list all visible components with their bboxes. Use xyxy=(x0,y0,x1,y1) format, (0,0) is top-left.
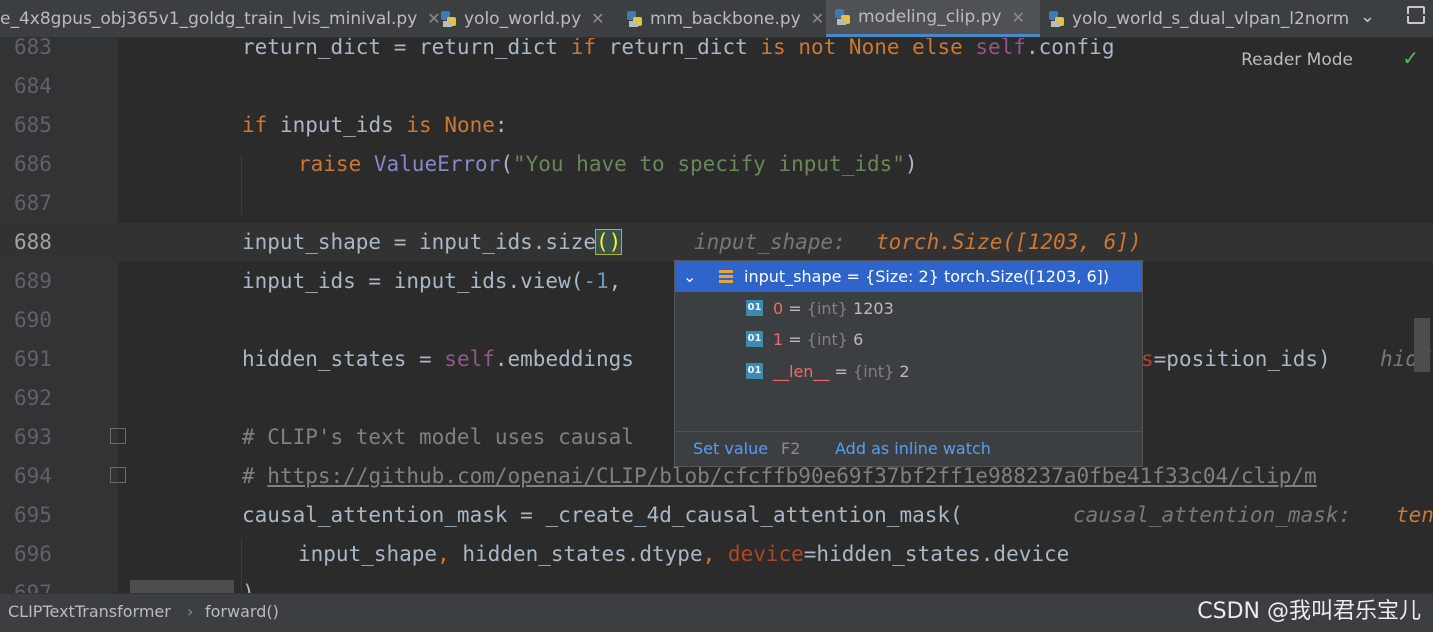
popup-header-text: input_shape = {Size: 2} torch.Size([1203… xyxy=(744,267,1110,286)
horizontal-scrollbar[interactable] xyxy=(130,580,234,593)
chevron-down-icon[interactable]: ⌄ xyxy=(1360,6,1375,27)
variable-row[interactable]: 01 __len__ = {int} 2 xyxy=(675,356,1142,387)
line-number: 689 xyxy=(14,269,52,293)
code-text: return_dict = return_dict if return_dict… xyxy=(242,38,1115,59)
equals-sign: = xyxy=(829,362,854,381)
line-number: 684 xyxy=(14,74,52,98)
inline-value-label: causal_attention_mask: xyxy=(1073,503,1352,527)
debug-value-popup: ⌄ input_shape = {Size: 2} torch.Size([12… xyxy=(674,260,1143,467)
line-number: 691 xyxy=(14,347,52,371)
variable-row[interactable]: 01 0 = {int} 1203 xyxy=(675,293,1142,324)
code-text: ) xyxy=(242,581,255,593)
equals-sign: = xyxy=(783,330,807,349)
inline-value[interactable]: ten xyxy=(1396,496,1433,535)
variable-type: {int} xyxy=(853,362,895,381)
int-variable-icon: 01 xyxy=(746,363,763,379)
set-value-link[interactable]: Set value xyxy=(693,432,768,466)
fold-icon[interactable] xyxy=(110,467,126,483)
code-text: if input_ids is None: xyxy=(242,113,508,137)
variable-value: 2 xyxy=(894,362,910,381)
python-file-icon xyxy=(1048,10,1066,28)
inline-value-label: input_shape: xyxy=(694,230,846,254)
tab-train-config[interactable]: e_4x8gpus_obj365v1_goldg_train_lvis_mini… xyxy=(0,0,441,37)
variable-name: 1 xyxy=(773,330,784,349)
breadcrumb-separator: › xyxy=(187,602,194,621)
chevron-down-icon[interactable]: ⌄ xyxy=(683,261,696,292)
line-number: 688 xyxy=(14,230,52,254)
line-number: 687 xyxy=(14,191,52,215)
variable-type: {int} xyxy=(806,299,848,318)
line-number: 690 xyxy=(14,308,52,332)
list-icon xyxy=(719,270,733,284)
code-text-tail: s=position_ids) xyxy=(1141,347,1331,371)
code-line: 685 if input_ids is None: xyxy=(0,106,1433,145)
shortcut-hint: F2 xyxy=(781,439,801,458)
variable-value: 1203 xyxy=(847,299,894,318)
close-icon[interactable]: ✕ xyxy=(591,9,604,28)
tab-modeling-clip[interactable]: modeling_clip.py ✕ xyxy=(826,0,1040,37)
variable-name: 0 xyxy=(773,299,784,318)
python-file-icon xyxy=(440,10,458,28)
code-text: causal_attention_mask = _create_4d_causa… xyxy=(242,503,963,527)
tab-yolo-world-config[interactable]: yolo_world_s_dual_vlpan_l2norm xyxy=(1040,0,1350,37)
code-line: 696 input_shape, hidden_states.dtype, de… xyxy=(0,535,1433,574)
fold-icon[interactable] xyxy=(110,428,126,444)
equals-sign: = xyxy=(783,299,807,318)
tab-label: mm_backbone.py xyxy=(650,8,801,29)
watermark: CSDN @我叫君乐宝儿 xyxy=(1197,599,1421,624)
variable-row[interactable]: 01 1 = {int} 6 xyxy=(675,324,1142,355)
code-line: 687 xyxy=(0,184,1433,223)
add-inline-watch-link[interactable]: Add as inline watch xyxy=(835,432,991,466)
reader-mode-toggle[interactable]: Reader Mode xyxy=(1241,50,1353,70)
code-comment: # CLIP's text model uses causal xyxy=(242,425,634,449)
popup-footer: Set value F2 Add as inline watch xyxy=(675,432,1142,466)
check-icon[interactable]: ✓ xyxy=(1402,46,1419,70)
code-line: 683 return_dict = return_dict if return_… xyxy=(0,38,1433,67)
int-variable-icon: 01 xyxy=(746,300,763,316)
tab-yolo-world[interactable]: yolo_world.py ✕ xyxy=(432,0,618,37)
tab-mm-backbone[interactable]: mm_backbone.py ✕ xyxy=(618,0,826,37)
code-text: raise ValueError("You have to specify in… xyxy=(298,152,918,176)
tab-label: yolo_world.py xyxy=(464,8,582,29)
line-number: 692 xyxy=(14,386,52,410)
line-number: 683 xyxy=(14,38,52,59)
code-text: hidden_states = self.embeddings xyxy=(242,347,634,371)
code-line: 686 raise ValueError("You have to specif… xyxy=(0,145,1433,184)
breadcrumb-method[interactable]: forward() xyxy=(205,594,279,630)
code-line: 695 causal_attention_mask = _create_4d_c… xyxy=(0,496,1433,535)
code-text: input_shape, hidden_states.dtype, device… xyxy=(298,542,1070,566)
tab-label: e_4x8gpus_obj365v1_goldg_train_lvis_mini… xyxy=(0,8,418,29)
python-file-icon xyxy=(626,10,644,28)
line-number: 695 xyxy=(14,503,52,527)
close-icon[interactable]: ✕ xyxy=(811,9,824,28)
line-number: 685 xyxy=(14,113,52,137)
tab-label: modeling_clip.py xyxy=(858,7,1002,27)
inline-value[interactable]: torch.Size([1203, 6]) xyxy=(876,223,1142,262)
breadcrumb-class[interactable]: CLIPTextTransformer xyxy=(8,594,171,630)
line-number: 686 xyxy=(14,152,52,176)
vertical-scrollbar[interactable] xyxy=(1414,318,1430,372)
line-number: 697 xyxy=(14,581,52,593)
tab-label: yolo_world_s_dual_vlpan_l2norm xyxy=(1072,8,1350,29)
code-text: input_ids = input_ids.view(-1, xyxy=(242,269,622,293)
line-number: 693 xyxy=(14,425,52,449)
variable-name: __len__ xyxy=(773,362,830,381)
popup-header-row[interactable]: ⌄ input_shape = {Size: 2} torch.Size([12… xyxy=(675,261,1142,292)
variable-type: {int} xyxy=(806,330,848,349)
variable-value: 6 xyxy=(847,330,864,349)
code-text: input_shape = input_ids.size() xyxy=(242,229,623,255)
editor-tab-bar: e_4x8gpus_obj365v1_goldg_train_lvis_mini… xyxy=(0,0,1433,38)
breadcrumb: CLIPTextTransformer › forward() CSDN @我叫… xyxy=(0,593,1433,632)
code-line: 684 xyxy=(0,67,1433,106)
close-icon[interactable]: ✕ xyxy=(1012,8,1025,27)
python-file-icon xyxy=(834,8,852,26)
code-line-current: 688 input_shape = input_ids.size() input… xyxy=(0,223,1433,262)
line-number: 696 xyxy=(14,542,52,566)
int-variable-icon: 01 xyxy=(746,331,763,347)
line-number: 694 xyxy=(14,464,52,488)
maximize-icon[interactable] xyxy=(1407,6,1425,24)
